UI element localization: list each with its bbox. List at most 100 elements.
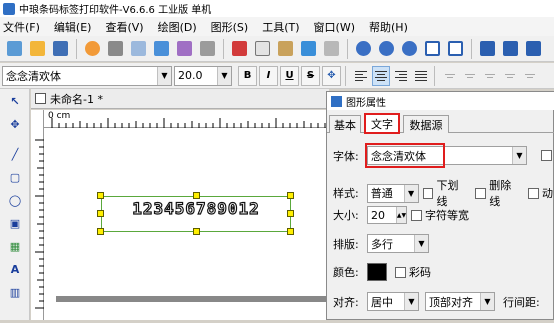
justify-button[interactable]	[412, 66, 430, 86]
tab-datasource[interactable]: 数据源	[403, 115, 449, 133]
resize-handle[interactable]	[97, 228, 104, 235]
align-objects-top-button[interactable]	[501, 66, 519, 86]
text-tool[interactable]: A	[4, 258, 26, 280]
rectangle-tool[interactable]: ▢	[4, 166, 26, 188]
align-left-button[interactable]	[352, 66, 370, 86]
menu-view[interactable]: 查看(V)	[105, 19, 143, 35]
bold-button[interactable]: B	[238, 65, 257, 86]
color-row: 颜色: 彩码	[333, 263, 431, 281]
resize-handle[interactable]	[193, 192, 200, 199]
resize-handle[interactable]	[97, 192, 104, 199]
resize-handle[interactable]	[287, 192, 294, 199]
cut-icon	[231, 41, 247, 56]
font-size-select[interactable]: 20.0 ▼	[174, 65, 232, 86]
send-back-button[interactable]	[499, 38, 521, 60]
resize-handle[interactable]	[287, 210, 294, 217]
menu-window[interactable]: 窗口(W)	[314, 19, 355, 35]
size-label: 大小:	[333, 209, 359, 222]
text-effect-icon: ✥	[327, 70, 336, 81]
paste-button[interactable]	[274, 38, 296, 60]
zoom-in-button[interactable]	[352, 38, 374, 60]
cut-button[interactable]	[228, 38, 250, 60]
layout-select[interactable]: 多行 ▼	[367, 234, 429, 253]
zoom-out-button[interactable]	[375, 38, 397, 60]
group-button[interactable]	[522, 38, 544, 60]
db-settings-button[interactable]	[173, 38, 195, 60]
ellipse-tool[interactable]: ◯	[4, 189, 26, 211]
strikethrough-checkbox[interactable]	[475, 187, 487, 199]
grid-button[interactable]	[196, 38, 218, 60]
menu-tools[interactable]: 工具(T)	[262, 19, 299, 35]
hand-icon: ✥	[10, 117, 20, 131]
pointer-icon: ↖	[10, 94, 20, 108]
tab-basic[interactable]: 基本	[329, 115, 361, 133]
actual-size-button[interactable]	[444, 38, 466, 60]
chevron-down-icon: ▼	[404, 293, 418, 310]
menu-help[interactable]: 帮助(H)	[369, 19, 408, 35]
underline-checkbox[interactable]	[422, 187, 434, 199]
align-right-button[interactable]	[392, 66, 410, 86]
fit-window-button[interactable]	[421, 38, 443, 60]
italic-button[interactable]: I	[259, 65, 278, 86]
menu-shape[interactable]: 图形(S)	[211, 19, 249, 35]
settings-button[interactable]	[81, 38, 103, 60]
align-center-button[interactable]	[372, 65, 390, 86]
vertical-ruler	[31, 110, 44, 320]
copy-button[interactable]	[251, 38, 273, 60]
style-select[interactable]: 普通 ▼	[366, 183, 419, 203]
redo-button[interactable]	[320, 38, 342, 60]
new-button[interactable]	[3, 38, 25, 60]
print-button[interactable]	[104, 38, 126, 60]
font-extra-checkbox[interactable]	[541, 150, 552, 161]
underline-button[interactable]: U	[280, 65, 299, 86]
text-object[interactable]: 123456789012	[101, 198, 291, 218]
dialog-title-bar[interactable]: 图形属性	[327, 92, 554, 110]
font-family-select[interactable]: 念念清欢体 ▼	[2, 65, 172, 86]
align-objects-right-button[interactable]	[481, 66, 499, 86]
dialog-tabs: 基本 文字 数据源	[327, 113, 554, 134]
text-effect-button[interactable]: ✥	[322, 65, 341, 86]
database-button[interactable]	[150, 38, 172, 60]
bring-front-button[interactable]	[476, 38, 498, 60]
align-objects-center-button[interactable]	[461, 66, 479, 86]
image-tool[interactable]: ▣	[4, 212, 26, 234]
select-tool[interactable]: ↖	[4, 90, 26, 112]
align-objects-left-button[interactable]	[441, 66, 459, 86]
size-spinner[interactable]: 20 ▲▼	[367, 206, 407, 224]
horizontal-align-select[interactable]: 居中 ▼	[367, 292, 419, 311]
line-tool[interactable]: ╱	[4, 143, 26, 165]
vertical-align-select[interactable]: 顶部对齐 ▼	[425, 292, 495, 311]
title-bar: 中琅条码标签打印软件-V6.6.6 工业版 单机	[0, 0, 554, 17]
chevron-down-icon: ▼	[217, 66, 231, 85]
menu-draw[interactable]: 绘图(D)	[158, 19, 197, 35]
align-objects-middle-button[interactable]	[521, 66, 539, 86]
barcode-tool[interactable]: ▥	[4, 281, 26, 303]
resize-handle[interactable]	[287, 228, 294, 235]
dynamic-checkbox[interactable]	[528, 187, 540, 199]
preview-button[interactable]	[127, 38, 149, 60]
print-icon	[107, 41, 123, 56]
tab-text[interactable]: 文字	[364, 113, 400, 134]
pan-tool[interactable]: ✥	[4, 113, 26, 135]
save-button[interactable]	[49, 38, 71, 60]
dialog-icon	[331, 95, 342, 107]
group-icon	[525, 41, 541, 56]
strikethrough-button[interactable]: S	[301, 65, 320, 86]
undo-button[interactable]	[297, 38, 319, 60]
menu-edit[interactable]: 编辑(E)	[54, 19, 92, 35]
monospace-checkbox[interactable]	[411, 209, 422, 221]
style-row: 样式: 普通 ▼ 下划线 删除线 动	[333, 177, 553, 209]
resize-handle[interactable]	[193, 228, 200, 235]
drawing-toolbox: ↖ ✥ ╱ ▢ ◯ ▣ ▦ A ▥	[0, 89, 30, 320]
document-tab[interactable]: 未命名-1 *	[31, 89, 329, 109]
picture-tool[interactable]: ▦	[4, 235, 26, 257]
menu-file[interactable]: 文件(F)	[3, 19, 40, 35]
document-icon	[35, 93, 46, 104]
zoom-fit-button[interactable]	[398, 38, 420, 60]
resize-handle[interactable]	[97, 210, 104, 217]
new-icon	[6, 41, 22, 56]
color-swatch[interactable]	[367, 263, 387, 281]
rainbow-checkbox[interactable]	[395, 266, 406, 278]
send-back-icon	[502, 41, 518, 56]
open-button[interactable]	[26, 38, 48, 60]
